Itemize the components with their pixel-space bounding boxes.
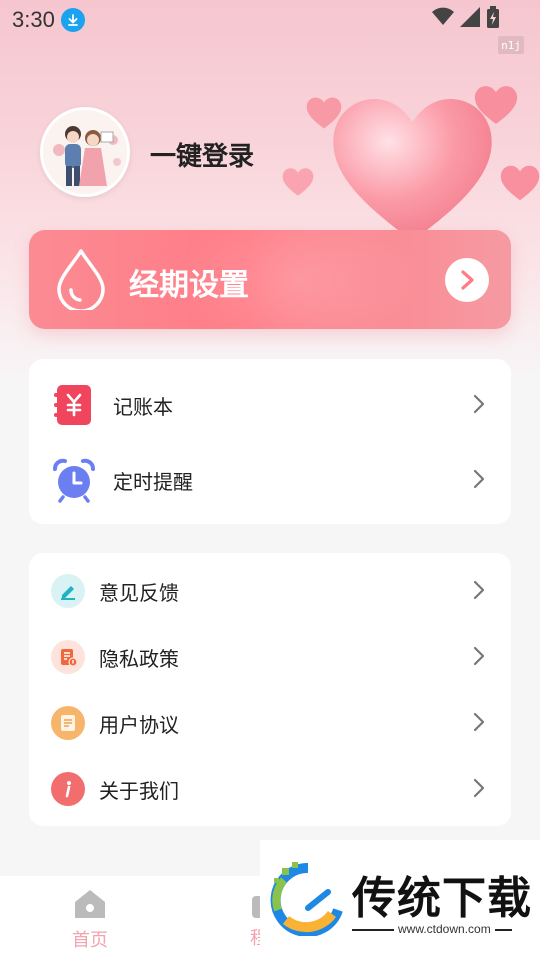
arrow-right-circle-icon[interactable] (445, 258, 489, 302)
chevron-right-icon (473, 394, 485, 414)
watermark-title: 传统下载 (352, 873, 532, 924)
download-icon (60, 8, 85, 32)
menu-item-feedback[interactable]: 意见反馈 (29, 558, 511, 624)
watermark-tag: n1j (498, 36, 524, 54)
site-watermark: 传统下载 www.ctdown.com (260, 840, 540, 960)
watermark-url: www.ctdown.com (394, 922, 495, 936)
chevron-right-icon (473, 712, 485, 732)
nav-tab-home[interactable]: 首页 (64, 888, 116, 952)
menu-item-label: 记账本 (113, 394, 173, 419)
menu-item-label: 定时提醒 (113, 469, 193, 494)
heart-small-icon (282, 168, 314, 196)
menu-item-label: 用户协议 (99, 712, 179, 737)
privacy-doc-icon (51, 640, 85, 674)
home-icon (75, 890, 105, 918)
status-time: 3:30 (12, 7, 55, 32)
period-settings-card[interactable]: 经期设置 (29, 230, 511, 329)
login-button[interactable]: 一键登录 (150, 136, 254, 173)
ctdown-logo-icon (270, 862, 343, 936)
ledger-icon (53, 384, 95, 426)
chevron-right-icon (473, 469, 485, 489)
menu-item-agreement[interactable]: 用户协议 (29, 690, 511, 756)
menu-item-privacy[interactable]: 隐私政策 (29, 624, 511, 690)
signal-icon (460, 7, 480, 27)
heart-large-icon (333, 99, 492, 241)
tools-card: 记账本 定时提醒 (29, 359, 511, 524)
chevron-right-icon (473, 646, 485, 666)
heart-small-icon (500, 165, 540, 201)
heart-small-icon (306, 97, 342, 129)
status-indicators (432, 6, 500, 28)
menu-item-label: 隐私政策 (99, 646, 179, 671)
avatar[interactable] (40, 107, 130, 197)
menu-item-ledger[interactable]: 记账本 (29, 372, 511, 438)
water-drop-icon (57, 249, 105, 310)
battery-icon (487, 6, 499, 28)
alarm-clock-icon (51, 457, 97, 503)
menu-item-label: 意见反馈 (99, 580, 179, 605)
heart-small-icon (474, 86, 518, 124)
agreement-doc-icon (51, 706, 85, 740)
period-settings-label: 经期设置 (129, 268, 249, 303)
nav-home-label: 首页 (72, 930, 108, 951)
info-icon (51, 772, 85, 806)
pencil-icon (51, 574, 85, 608)
menu-item-label: 关于我们 (99, 778, 179, 803)
chevron-right-icon (473, 778, 485, 798)
menu-item-about[interactable]: 关于我们 (29, 756, 511, 822)
menu-item-alarm[interactable]: 定时提醒 (29, 447, 511, 513)
chevron-right-icon (473, 580, 485, 600)
wifi-icon (432, 7, 454, 25)
settings-card: 意见反馈 隐私政策 用户协议 关于我们 (29, 553, 511, 826)
